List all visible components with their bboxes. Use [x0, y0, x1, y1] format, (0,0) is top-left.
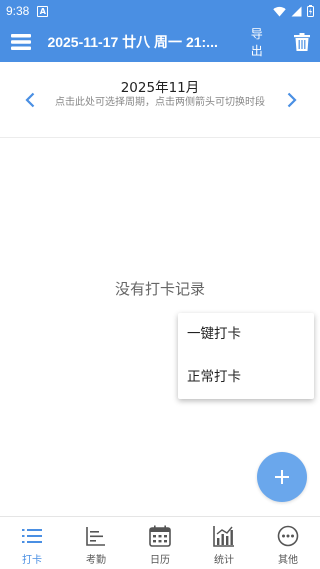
trash-icon	[294, 33, 311, 51]
attendance-icon	[85, 525, 107, 547]
previous-period-button[interactable]	[20, 88, 40, 112]
list-icon	[21, 525, 43, 547]
chevron-left-icon	[25, 92, 35, 108]
nav-item-attendance[interactable]: 考勤	[64, 517, 128, 569]
wifi-icon	[273, 6, 286, 16]
chevron-right-icon	[287, 92, 297, 108]
nav-item-stats[interactable]: 统计	[192, 517, 256, 569]
plus-icon	[275, 470, 289, 484]
menu-item-quick-checkin[interactable]: 一键打卡	[178, 313, 314, 356]
period-title[interactable]: 2025年11月	[60, 76, 260, 96]
nav-item-more[interactable]: 其他	[256, 517, 320, 569]
app-bar: 2025-11-17 廿八 周一 21:... 导出	[0, 22, 320, 62]
page-title[interactable]: 2025-11-17 廿八 周一 21:...	[47, 32, 240, 52]
menu-icon	[10, 34, 31, 50]
nav-label: 统计	[214, 555, 234, 566]
menu-item-normal-checkin[interactable]: 正常打卡	[178, 356, 314, 399]
notification-a-icon: A	[37, 5, 49, 17]
battery-icon	[307, 5, 314, 17]
nav-item-checkin[interactable]: 打卡	[0, 517, 64, 569]
bottom-nav: 打卡 考勤 日历 统计 其他	[0, 516, 320, 569]
calendar-icon	[149, 525, 171, 547]
export-button[interactable]: 导出	[241, 25, 285, 59]
empty-state-text: 没有打卡记录	[114, 280, 205, 298]
add-fab-button[interactable]	[257, 452, 307, 502]
nav-label: 其他	[278, 555, 298, 566]
nav-item-calendar[interactable]: 日历	[128, 517, 192, 569]
nav-label: 打卡	[22, 555, 42, 566]
next-period-button[interactable]	[282, 88, 302, 112]
stats-chart-icon	[213, 525, 235, 547]
more-icon	[277, 525, 299, 547]
status-bar: 9:38 A	[0, 0, 320, 22]
status-time: 9:38	[6, 4, 30, 18]
period-hint[interactable]: 点击此处可选择周期，点击两侧箭头可切换时段	[50, 95, 270, 110]
nav-label: 日历	[150, 555, 170, 566]
popup-menu: 一键打卡 正常打卡	[178, 313, 314, 399]
menu-button[interactable]	[0, 22, 41, 62]
delete-button[interactable]	[284, 22, 320, 62]
period-selector: 2025年11月 点击此处可选择周期，点击两侧箭头可切换时段	[0, 62, 320, 138]
status-icons	[273, 5, 314, 17]
nav-label: 考勤	[86, 555, 106, 566]
signal-icon	[291, 6, 302, 16]
